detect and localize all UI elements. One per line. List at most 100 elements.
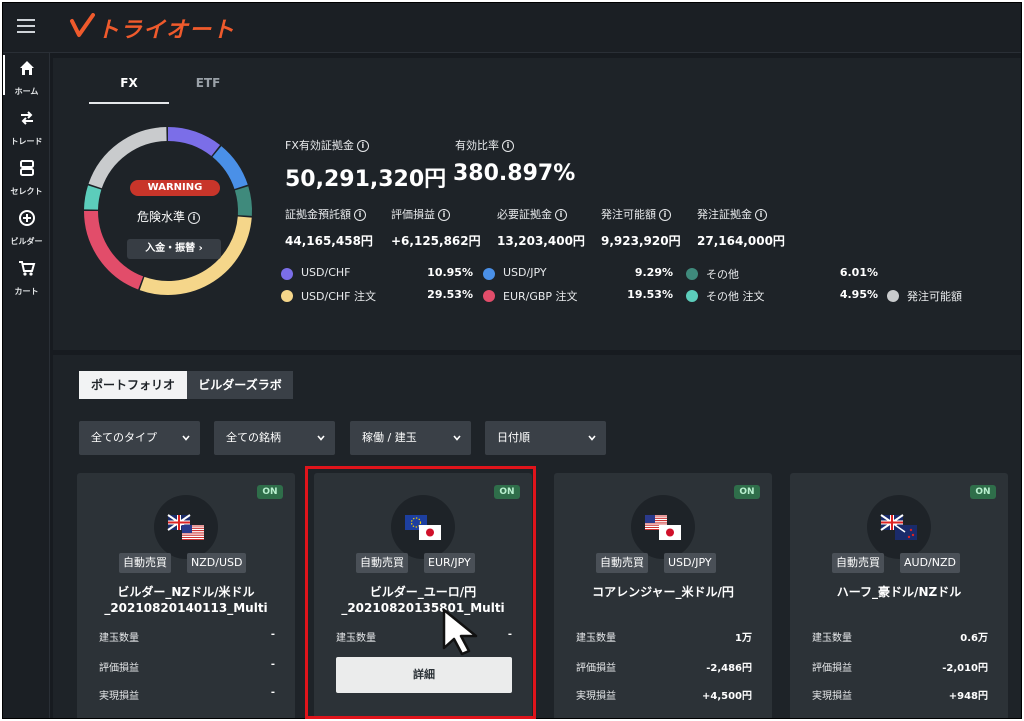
detail-button[interactable]: 詳細 [336, 657, 512, 693]
tab-portfolio[interactable]: ポートフォリオ [79, 371, 187, 399]
filter-label: 全てのタイプ [91, 431, 157, 444]
danger-label: 危険水準 [137, 210, 186, 224]
equity-label: FX有効証拠金 i [285, 137, 369, 153]
side-nav: ホーム トレード セレクト ビルダー カート [3, 53, 50, 718]
nav-item-cart[interactable]: カート [3, 253, 50, 301]
stat-label: 発注証拠金 i [697, 206, 767, 222]
type-tag: 自動売買 [356, 553, 408, 573]
chevron-down-icon [317, 435, 325, 441]
row-value: - [507, 629, 512, 640]
filter-type-select[interactable]: 全てのタイプ [79, 421, 200, 455]
donut-segment-available [88, 127, 167, 189]
stat-label: 証拠金預託額 i [285, 206, 366, 222]
card-subtitle: _20210820135801_Multi [341, 601, 505, 615]
pair-tag: EUR/JPY [424, 553, 475, 573]
legend-label: USD/CHF [301, 266, 351, 279]
row-value: - [270, 687, 275, 698]
legend-pct: 10.95% [427, 266, 473, 279]
tab-etf[interactable]: ETF [173, 76, 243, 104]
nav-item-trade[interactable]: トレード [3, 103, 50, 151]
select-icon [19, 160, 34, 176]
portfolio-card[interactable]: ON 自動売買 NZD/USD ビルダー_NZドル/米ドル _202108201… [77, 473, 295, 718]
app-window: トライオート ホーム トレード セレクト ビルダー カート FX ETF WAR… [2, 2, 1022, 719]
logo[interactable]: トライオート [69, 11, 235, 45]
stat-value: 13,203,400円 [497, 234, 585, 248]
card-title: コアレンジャー_米ドル/円 [592, 585, 734, 599]
row-label: 実現損益 [99, 691, 139, 702]
type-tag: 自動売買 [832, 553, 884, 573]
flag-icon [154, 495, 218, 559]
chevron-down-icon [182, 435, 190, 441]
warning-badge: WARNING [130, 180, 220, 196]
info-icon[interactable]: i [354, 209, 366, 221]
ratio-label-text: 有効比率 [455, 139, 499, 152]
info-icon[interactable]: i [555, 209, 567, 221]
info-icon[interactable]: i [659, 209, 671, 221]
stat-value: 27,164,000円 [697, 234, 785, 248]
row-label: 建玉数量 [99, 633, 139, 644]
stat-label: 評価損益 i [391, 206, 450, 222]
portfolio-card[interactable]: ON 自動売買 AUD/NZD ハーフ_豪ドル/NZドル 建玉数量 0.6万 評… [790, 473, 1008, 718]
row-value: - [270, 629, 275, 640]
legend-dot-usdchf-order [281, 290, 293, 302]
legend-pct: 9.29% [634, 266, 673, 279]
info-icon[interactable]: i [438, 209, 450, 221]
chevron-down-icon [588, 435, 596, 441]
on-badge: ON [734, 485, 760, 499]
legend-label: その他 [706, 268, 739, 281]
row-label: 実現損益 [812, 691, 852, 702]
card-title: ビルダー_NZドル/米ドル [117, 585, 255, 599]
legend-pct: 4.95% [839, 288, 878, 301]
row-value: +948円 [948, 691, 988, 702]
nav-item-select[interactable]: セレクト [3, 153, 50, 201]
flag-icon [391, 495, 455, 559]
nav-item-home[interactable]: ホーム [3, 53, 50, 101]
filter-label: 稼働 / 建玉 [362, 431, 417, 444]
legend-dot-available [887, 290, 899, 302]
tab-builders-labo[interactable]: ビルダーズラボ [187, 371, 293, 399]
donut-segment-usdchf [167, 127, 221, 157]
equity-value: 50,291,320円 [285, 167, 447, 192]
on-badge: ON [970, 485, 996, 499]
row-label: 評価損益 [99, 663, 139, 674]
filter-sort-select[interactable]: 日付順 [485, 421, 606, 455]
filter-status-select[interactable]: 稼働 / 建玉 [350, 421, 471, 455]
legend-dot-eurgbp-order [483, 290, 495, 302]
ratio-value: 380.897% [453, 161, 576, 186]
info-icon[interactable]: i [356, 140, 369, 152]
menu-icon[interactable] [17, 19, 35, 33]
cart-icon [18, 261, 35, 276]
stat-value: 9,923,920円 [601, 234, 681, 248]
stat-label-text: 評価損益 [391, 208, 435, 221]
donut-segment-other_order [84, 185, 102, 210]
legend-pct: 19.53% [627, 288, 673, 301]
donut-segment-usdjpy [212, 146, 248, 190]
stat-label: 発注可能額 i [601, 206, 671, 222]
summary-panel: FX ETF WARNING 危険水準 i 入金・振替 › FX有効証拠金 i 有効… [53, 58, 1021, 350]
stat-value: 44,165,458円 [285, 234, 373, 248]
chevron-down-icon [453, 435, 461, 441]
stat-label: 必要証拠金 i [497, 206, 567, 222]
deposit-transfer-button[interactable]: 入金・振替 › [127, 239, 221, 259]
filter-label: 全ての銘柄 [226, 431, 281, 444]
row-label: 建玉数量 [576, 633, 616, 644]
legend-label: USD/JPY [503, 266, 547, 279]
nav-item-builder[interactable]: ビルダー [3, 203, 50, 251]
on-badge: ON [257, 485, 283, 499]
portfolio-card-selected[interactable]: ON 自動売買 EUR/JPY ビルダー_ユーロ/円 _202108201358… [314, 473, 532, 718]
row-label: 建玉数量 [336, 633, 376, 644]
portfolio-card[interactable]: ON 自動売買 USD/JPY コアレンジャー_米ドル/円 建玉数量 1万 評価… [554, 473, 772, 718]
nav-label: セレクト [10, 187, 43, 196]
flag-icon [631, 495, 695, 559]
filter-symbol-select[interactable]: 全ての銘柄 [214, 421, 335, 455]
info-icon[interactable]: i [755, 209, 767, 221]
info-icon[interactable]: i [502, 140, 514, 152]
legend-dot-other-order [686, 290, 698, 302]
danger-level[interactable]: 危険水準 i [137, 208, 201, 225]
nav-label: ビルダー [10, 237, 43, 246]
deposit-label: 入金・振替 [145, 243, 196, 254]
info-icon[interactable]: i [188, 211, 201, 224]
tab-fx[interactable]: FX [89, 76, 169, 104]
card-subtitle: _20210820140113_Multi [104, 601, 268, 615]
stat-label-text: 発注証拠金 [697, 208, 752, 221]
